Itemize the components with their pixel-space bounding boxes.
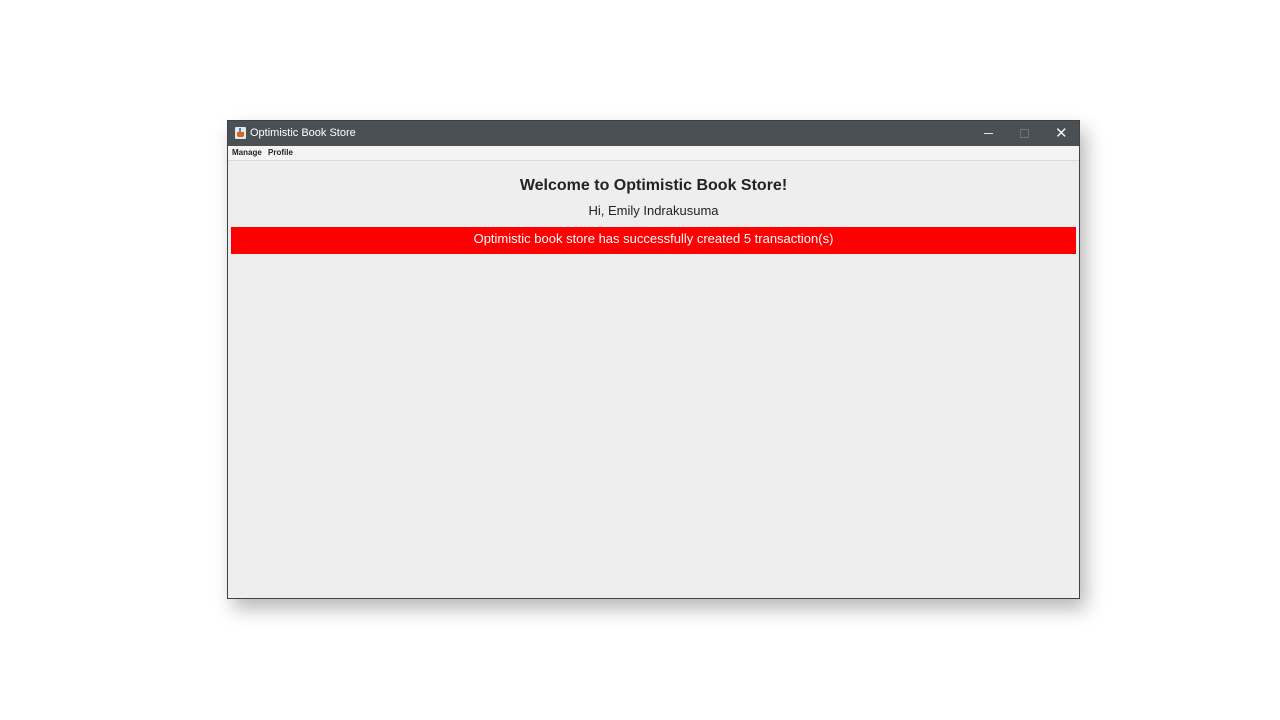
- menu-profile[interactable]: Profile: [268, 147, 293, 159]
- close-icon: ✕: [1055, 124, 1068, 142]
- minimize-icon: [984, 133, 993, 134]
- menu-manage[interactable]: Manage: [232, 147, 262, 159]
- close-button[interactable]: ✕: [1043, 121, 1079, 146]
- welcome-heading: Welcome to Optimistic Book Store!: [519, 177, 788, 194]
- app-window: Optimistic Book Store ✕ Manage Profile W…: [227, 120, 1080, 599]
- title-bar[interactable]: Optimistic Book Store ✕: [228, 121, 1079, 146]
- maximize-button[interactable]: [1006, 121, 1042, 146]
- transaction-status-banner: Optimistic book store has successfully c…: [231, 227, 1076, 254]
- java-app-icon: [235, 127, 246, 139]
- minimize-button[interactable]: [970, 121, 1006, 146]
- window-title: Optimistic Book Store: [250, 127, 356, 139]
- menu-bar: Manage Profile: [228, 146, 1079, 161]
- user-greeting: Hi, Emily Indrakusuma: [588, 203, 719, 218]
- main-panel: Welcome to Optimistic Book Store! Hi, Em…: [228, 161, 1079, 598]
- maximize-icon: [1020, 129, 1029, 138]
